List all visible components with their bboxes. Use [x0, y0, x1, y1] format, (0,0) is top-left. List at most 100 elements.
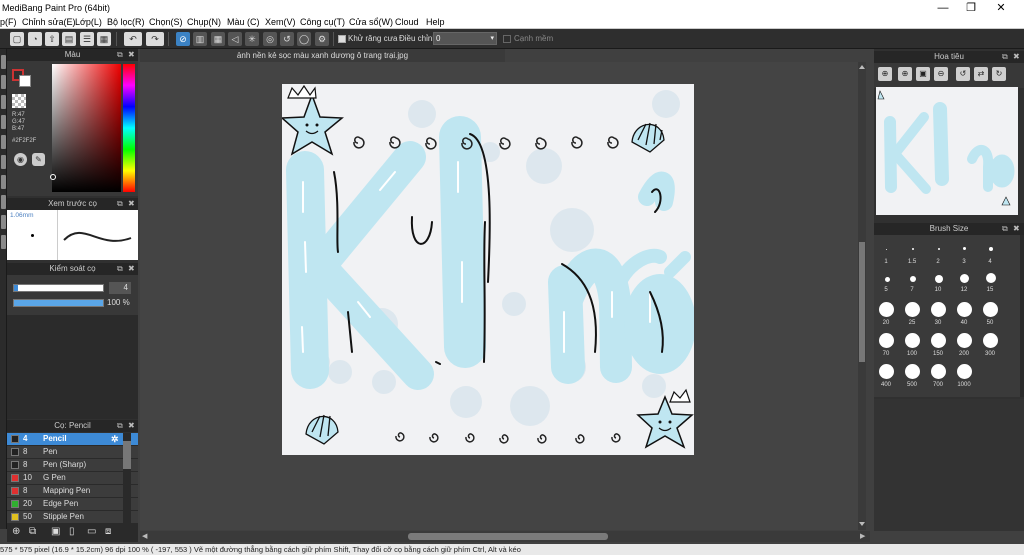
add-brush-icon[interactable]: ⊕ — [12, 526, 20, 537]
close-button[interactable]: ✕ — [986, 0, 1016, 16]
brush-item[interactable]: 4 Pencil ✲ — [7, 433, 138, 446]
close-icon[interactable]: ✖ — [1013, 51, 1020, 63]
brush-size-dot[interactable] — [986, 273, 996, 283]
settings-icon[interactable]: ⚙ — [315, 32, 329, 46]
document-icon[interactable]: ▯ — [69, 526, 75, 537]
brush-size-dot[interactable] — [938, 248, 940, 250]
menu-help[interactable]: Help — [426, 16, 445, 29]
menu-capture[interactable]: Chụp(N) — [187, 16, 221, 29]
transparent-swatch[interactable] — [12, 94, 26, 108]
brush-size-value[interactable]: 4 — [109, 282, 131, 294]
lasso-tool-icon[interactable] — [1, 175, 6, 189]
menu-edit[interactable]: Chỉnh sửa(E) — [22, 16, 76, 29]
brush-item[interactable]: 8 Pen (Sharp) — [7, 459, 138, 472]
zoom-out-icon[interactable]: ⊖ — [934, 67, 948, 81]
brush-item[interactable]: 8 Mapping Pen — [7, 485, 138, 498]
brush-size-dot[interactable] — [931, 302, 946, 317]
scroll-left-icon[interactable]: ◀ — [142, 532, 147, 540]
brush-list-scrollbar[interactable] — [123, 433, 131, 525]
rotate-left-icon[interactable]: ↺ — [956, 67, 970, 81]
duplicate-brush-icon[interactable]: ▣ — [51, 526, 60, 537]
document-tab[interactable]: ảnh nền kẻ sọc màu xanh dương ô trang tr… — [140, 49, 505, 62]
zoom-in-icon[interactable]: ⊕ — [898, 67, 912, 81]
maximize-button[interactable]: ❐ — [956, 0, 986, 16]
gear-icon[interactable]: ✲ — [111, 433, 119, 445]
popout-icon[interactable]: ⧉ — [117, 198, 123, 210]
deselect-icon[interactable]: ⊘ — [176, 32, 190, 46]
scrollbar-thumb[interactable] — [123, 441, 131, 469]
h-scroll-thumb[interactable] — [408, 533, 608, 540]
flip-icon[interactable]: ⇄ — [974, 67, 988, 81]
share-icon[interactable]: ⇧ — [45, 32, 59, 46]
select-tool-icon[interactable] — [1, 155, 6, 169]
popout-icon[interactable]: ⧉ — [1002, 51, 1008, 63]
zoom-fit-icon[interactable]: ⊕ — [878, 67, 892, 81]
menu-tools[interactable]: Công cụ(T) — [300, 16, 345, 29]
color-picker-square[interactable] — [52, 64, 121, 192]
brush-size-dot[interactable] — [885, 277, 890, 282]
menu-layer[interactable]: Lớp(L) — [75, 16, 102, 29]
color-picker-cursor[interactable] — [50, 174, 56, 180]
menu-cloud[interactable]: Cloud — [395, 16, 419, 29]
close-icon[interactable]: ✖ — [128, 420, 135, 432]
perspective-icon[interactable]: ◁ — [228, 32, 242, 46]
popout-icon[interactable]: ⧉ — [117, 420, 123, 432]
pen-tool-icon[interactable] — [1, 55, 6, 69]
hand-tool-icon[interactable] — [1, 235, 6, 249]
rotate-right-icon[interactable]: ↻ — [992, 67, 1006, 81]
brush-size-dot[interactable] — [983, 333, 998, 348]
brush-size-dot[interactable] — [963, 247, 966, 250]
antialias-checkbox[interactable] — [338, 35, 346, 43]
folder-icon[interactable]: ▭ — [87, 526, 96, 537]
eyedropper-icon[interactable]: ✎ — [32, 153, 45, 166]
redo-icon[interactable]: ↷ — [146, 32, 164, 46]
copy-brush-icon[interactable]: ⧉ — [29, 526, 36, 537]
brush-size-dot[interactable] — [989, 247, 993, 251]
soft-edge-checkbox[interactable] — [503, 35, 511, 43]
save-icon[interactable]: ▤ — [62, 32, 76, 46]
palette-icon[interactable]: ◉ — [14, 153, 27, 166]
circle-icon[interactable]: ◎ — [263, 32, 277, 46]
brush-size-scrollbar[interactable] — [1020, 235, 1024, 397]
hue-slider[interactable] — [123, 64, 135, 192]
close-icon[interactable]: ✖ — [1013, 223, 1020, 235]
brush-size-dot[interactable] — [957, 333, 972, 348]
adjust-select[interactable]: 0 ▾ — [433, 32, 497, 45]
popout-icon[interactable]: ⧉ — [1002, 223, 1008, 235]
menu-filter[interactable]: Bộ lọc(R) — [107, 16, 145, 29]
brush-opacity-slider[interactable] — [13, 299, 104, 307]
curve-icon[interactable]: ↺ — [280, 32, 294, 46]
brush-size-slider[interactable] — [13, 284, 104, 292]
brush-size-dot[interactable] — [960, 274, 969, 283]
brush-item[interactable]: 50 Stipple Pen — [7, 511, 138, 524]
close-icon[interactable]: ✖ — [128, 263, 135, 275]
popout-icon[interactable]: ⧉ — [117, 49, 123, 61]
comment-icon[interactable]: ◔ — [28, 32, 42, 46]
background-color-swatch[interactable] — [19, 75, 31, 87]
fit-window-icon[interactable]: ▣ — [916, 67, 930, 81]
brush-size-dot[interactable] — [957, 302, 972, 317]
undo-icon[interactable]: ↶ — [124, 32, 142, 46]
grid-snap-icon[interactable]: ▦ — [211, 32, 225, 46]
brush-size-dot[interactable] — [879, 364, 894, 379]
eraser-tool-icon[interactable] — [1, 75, 6, 89]
close-icon[interactable]: ✖ — [128, 198, 135, 210]
close-icon[interactable]: ✖ — [128, 49, 135, 61]
brush-size-dot[interactable] — [983, 302, 998, 317]
radial-icon[interactable]: ✳ — [245, 32, 259, 46]
brush-size-dot[interactable] — [931, 364, 946, 379]
menu-view[interactable]: Xem(V) — [265, 16, 296, 29]
brush-size-dot[interactable] — [879, 333, 894, 348]
brush-size-dot[interactable] — [905, 302, 920, 317]
navigator-thumbnail[interactable] — [876, 87, 1018, 215]
fill-tool-icon[interactable] — [1, 115, 6, 129]
menu-window[interactable]: Cửa sổ(W) — [349, 16, 393, 29]
brush-size-dot[interactable] — [910, 276, 916, 282]
gradient-tool-icon[interactable] — [1, 135, 6, 149]
ellipse-icon[interactable]: ◯ — [297, 32, 311, 46]
text-tool-icon[interactable] — [1, 215, 6, 229]
stripes-icon[interactable]: ▥ — [193, 32, 207, 46]
horizontal-scrollbar[interactable]: ◀ ▶ — [140, 531, 870, 542]
new-file-icon[interactable]: ▢ — [10, 32, 24, 46]
brush-item[interactable]: 10 G Pen — [7, 472, 138, 485]
